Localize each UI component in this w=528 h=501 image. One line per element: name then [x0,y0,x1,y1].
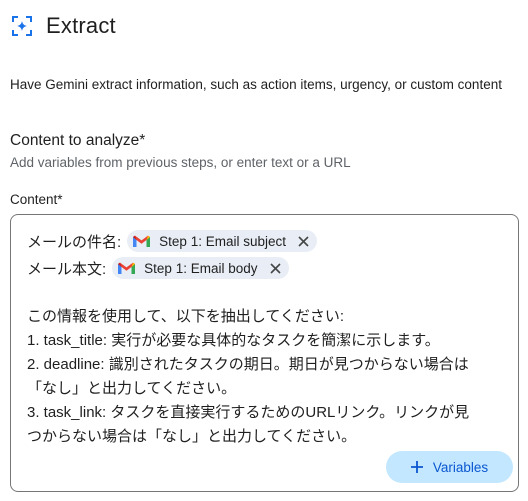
chip-label: Step 1: Email body [144,260,258,276]
content-text-line: つからない場合は「なし」と出力してください。 [27,428,357,445]
add-variables-button[interactable]: Variables [386,451,513,483]
gmail-icon [133,235,151,247]
variable-chip-email-subject[interactable]: Step 1: Email subject [127,230,317,252]
content-text-line: 1. task_title: 実行が必要な具体的なタスクを簡潔に示します。 [27,332,440,349]
variables-button-label: Variables [432,459,489,475]
content-text-line: この情報を使用して、以下を抽出してください: [27,308,345,325]
section-subtitle: Add variables from previous steps, or en… [10,155,351,170]
description-text: Have Gemini extract information, such as… [10,77,502,92]
content-text-line: 「なし」と出力してください。 [27,380,237,397]
content-text-line: 2. deadline: 識別されたタスクの期日。期日が見つからない場合は [27,356,469,373]
subject-line: メールの件名: Step 1: Email subject [27,230,317,252]
body-line: メール本文: Step 1: Email body [27,257,289,279]
subject-prefix: メールの件名: [27,233,122,251]
content-editor[interactable]: メールの件名: Step 1: Email subject メール本文: Ste… [10,214,519,492]
section-title: Content to analyze* [10,132,146,149]
plus-icon [410,461,423,473]
page-title: Extract [46,13,116,38]
variable-chip-email-body[interactable]: Step 1: Email body [112,257,289,279]
chip-label: Step 1: Email subject [159,233,286,249]
body-prefix: メール本文: [27,260,107,278]
close-icon[interactable] [298,235,309,247]
gmail-icon [118,262,136,274]
content-label: Content* [10,192,63,207]
sparkle-frame-icon [12,16,32,36]
close-icon[interactable] [269,262,281,274]
header: Extract [11,10,116,42]
content-text-line: 3. task_link: タスクを直接実行するためのURLリンク。リンクが見 [27,404,470,421]
